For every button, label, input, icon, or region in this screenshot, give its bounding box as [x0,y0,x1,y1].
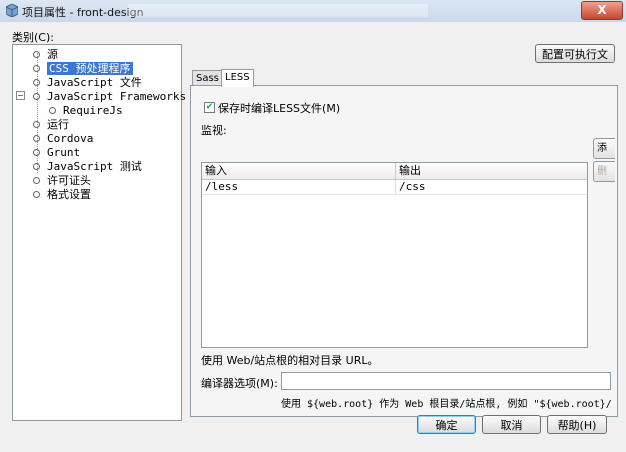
remove-mapping-button[interactable]: 删 [593,161,615,182]
blurred-background [128,4,428,17]
collapse-icon[interactable]: − [16,91,25,100]
tree-item-label: JavaScript Frameworks [47,90,187,103]
watch-label: 监视: [201,124,227,137]
tree-item-label: JavaScript 文件 [47,76,142,89]
tree-item-label: 格式设置 [47,188,91,201]
category-tree[interactable]: 源 CSS 预处理程序 JavaScript 文件 − JavaScript F… [12,44,186,421]
node-bullet-icon [33,177,40,184]
node-bullet-icon [33,79,40,86]
watch-table[interactable]: 输入 输出 /less /css [201,162,588,348]
tree-item-label: 运行 [47,118,69,131]
project-properties-dialog: 类别(C): 源 CSS 预处理程序 JavaScript 文件 − JavaS… [0,22,626,452]
tree-item-label: CSS 预处理程序 [47,62,133,75]
compile-on-save-label[interactable]: 保存时编译LESS文件(M) [218,100,340,116]
node-bullet-icon [33,93,40,100]
node-bullet-icon [33,191,40,198]
table-cell-input[interactable]: /less [202,180,396,194]
title-bar: 项目属性 - front-design X [0,0,626,23]
node-bullet-icon [33,65,40,72]
tree-item-label: 许可证头 [47,174,91,187]
compiler-options-hint: 使用 ${web.root} 作为 Web 根目录/站点根, 例如 "${web… [281,399,611,410]
categories-label: 类别(C): [12,31,54,44]
tab-less[interactable]: LESS [221,69,254,87]
tree-item-label: JavaScript 测试 [47,160,142,173]
ok-button[interactable]: 确定 [417,415,476,434]
compiler-options-label: 编译器选项(M): [201,377,278,390]
compile-on-save-checkbox[interactable]: ✔ [204,102,215,113]
node-bullet-icon [33,121,40,128]
close-button[interactable]: X [581,1,623,20]
node-bullet-icon [49,107,56,114]
add-mapping-button[interactable]: 添 [593,138,615,159]
node-bullet-icon [33,163,40,170]
tree-item-label: Grunt [47,146,81,159]
tree-item-label: RequireJs [63,104,123,117]
configure-executables-button[interactable]: 配置可执行文 [535,44,615,63]
column-header-output[interactable]: 输出 [396,163,587,180]
cancel-button[interactable]: 取消 [482,415,541,434]
tree-item-label: 源 [47,48,58,61]
netbeans-cube-icon [6,4,18,17]
table-row[interactable]: /less /css [202,180,587,195]
node-bullet-icon [33,135,40,142]
help-button[interactable]: 帮助(H) [547,415,607,434]
node-bullet-icon [33,149,40,156]
window-title: 项目属性 - front-design [22,6,144,19]
table-cell-output[interactable]: /css [396,180,587,194]
compiler-options-input[interactable] [281,372,611,390]
tree-item-label: Cordova [47,132,94,145]
check-icon: ✔ [205,102,214,112]
relative-url-hint: 使用 Web/站点根的相对目录 URL。 [201,354,379,367]
node-bullet-icon [33,51,40,58]
column-header-input[interactable]: 输入 [202,163,396,180]
